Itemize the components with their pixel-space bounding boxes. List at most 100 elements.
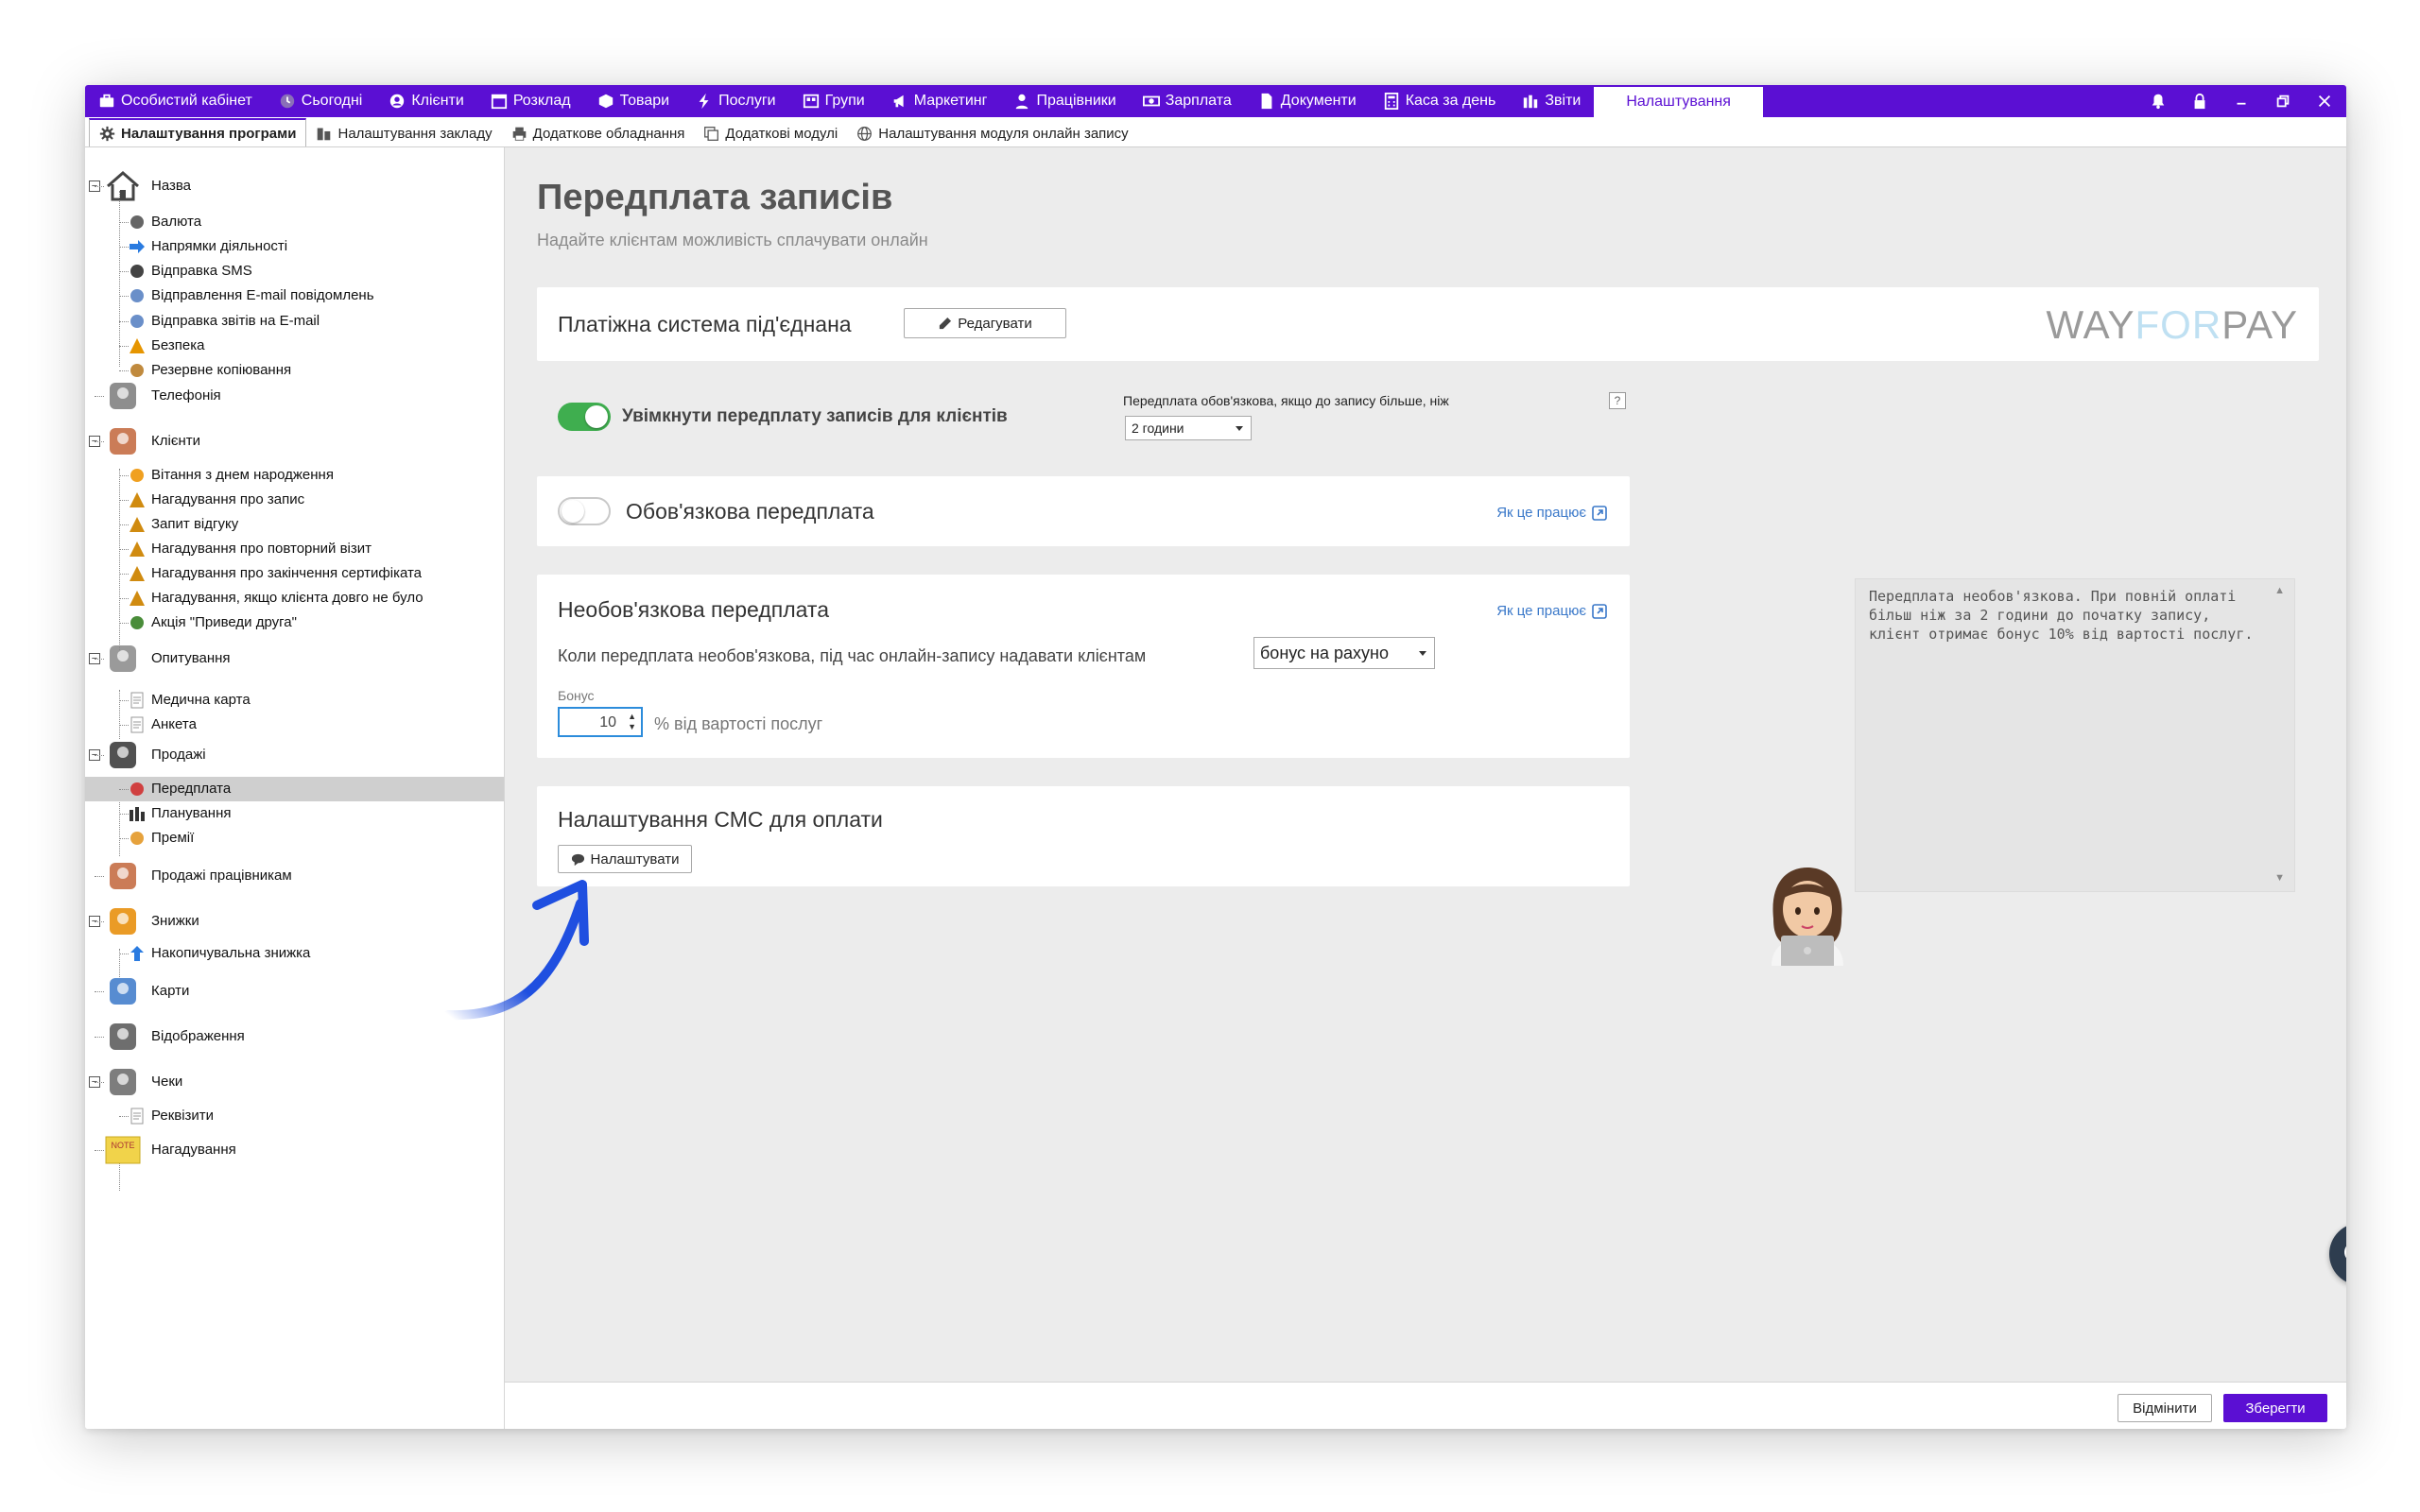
nav-employees[interactable]: Працівники: [1000, 85, 1129, 117]
page-title: Передплата записів: [537, 178, 893, 217]
tree-connector: [119, 222, 129, 223]
nav-settings[interactable]: Налаштування: [1594, 87, 1763, 117]
modules-icon: [704, 126, 719, 141]
arrow-up-icon: [130, 946, 144, 961]
sidebar-item-label: Напрямки діяльності: [151, 238, 288, 254]
nav-marketing[interactable]: Маркетинг: [878, 85, 1001, 117]
calculator-icon: [1384, 93, 1398, 110]
app-window: Особистий кабінет Сьогодні Клієнти Розкл…: [85, 85, 2346, 1429]
enable-prepayment-toggle[interactable]: [558, 403, 611, 431]
cancel-button[interactable]: Відмінити: [2118, 1394, 2212, 1422]
megaphone-icon: [893, 94, 904, 108]
clock-icon: [280, 94, 294, 109]
optional-prepayment-card: Необов'язкова передплата Як це працює Ко…: [537, 575, 1630, 758]
nav-schedule[interactable]: Розклад: [477, 85, 584, 117]
hint-scroll-down-icon[interactable]: ▼: [2274, 872, 2285, 884]
email-icon: [130, 315, 144, 328]
notification-bell-icon[interactable]: [2150, 93, 2167, 110]
bar-chart-icon: [1524, 94, 1538, 109]
sales-icon: [110, 742, 136, 768]
help-icon[interactable]: ?: [1609, 392, 1626, 409]
sidebar-item-label: Нагадування, якщо клієнта довго не було: [151, 590, 424, 606]
sidebar-item-label: Нагадування про запис: [151, 491, 305, 507]
tab-online-booking-module[interactable]: Налаштування модуля онлайн запису: [847, 120, 1137, 146]
nav-personal-cabinet[interactable]: Особистий кабінет: [85, 85, 266, 117]
hint-scroll-up-icon[interactable]: ▲: [2274, 585, 2285, 596]
sidebar-item-label: Вітання з днем народження: [151, 467, 334, 483]
toggle-knob: [585, 405, 608, 428]
tree-connector: [119, 271, 129, 272]
nav-goods[interactable]: Товари: [584, 85, 683, 117]
arrow-right-icon: [130, 240, 145, 253]
tree-connector: [119, 370, 129, 371]
tab-extra-equipment[interactable]: Додаткове обладнання: [502, 120, 695, 146]
sidebar-item-label: Передплата: [151, 781, 232, 797]
close-icon[interactable]: [2316, 93, 2333, 110]
printer-icon: [512, 127, 526, 141]
how-it-works-link-mandatory[interactable]: Як це працює: [1496, 505, 1607, 521]
bell-icon: [130, 591, 145, 606]
mandatory-prepayment-toggle[interactable]: [558, 497, 611, 525]
nav-groups[interactable]: Групи: [789, 85, 878, 117]
tree-connector: [119, 500, 129, 501]
hours-select[interactable]: 2 години: [1125, 416, 1252, 440]
tree-connector: [119, 574, 129, 575]
chevron-down-icon: [1236, 426, 1243, 431]
wayforpay-logo: WAYFORPAY: [2046, 302, 2298, 347]
warning-icon: [130, 338, 145, 353]
document-icon: [1261, 93, 1272, 110]
tab-program-settings[interactable]: Налаштування програми: [89, 118, 307, 146]
nav-services[interactable]: Послуги: [683, 85, 789, 117]
pointer-arrow-icon: [443, 880, 589, 1021]
restore-icon[interactable]: [2274, 93, 2291, 110]
tree-connector: [95, 186, 104, 187]
money-icon: [1142, 95, 1160, 107]
minimize-icon[interactable]: [2233, 93, 2250, 110]
external-link-icon: [1592, 603, 1607, 619]
nav-clients[interactable]: Клієнти: [375, 85, 476, 117]
smile-icon: [130, 469, 144, 482]
nav-today[interactable]: Сьогодні: [266, 85, 376, 117]
tab-venue-settings[interactable]: Налаштування закладу: [306, 120, 501, 146]
page-subtitle: Надайте клієнтам можливість сплачувати о…: [537, 231, 928, 249]
hint-panel: Передплата необов'язкова. При повній опл…: [1855, 578, 2295, 892]
lock-icon[interactable]: [2191, 93, 2208, 110]
chat-button[interactable]: [2329, 1223, 2346, 1285]
reward-type-select[interactable]: бонус на рахуно: [1253, 637, 1435, 669]
top-navigation: Особистий кабінет Сьогодні Клієнти Розкл…: [85, 85, 2346, 117]
tab-extra-modules[interactable]: Додаткові модулі: [694, 120, 847, 146]
tree-connector: [95, 1150, 104, 1151]
sidebar-item-label: Нагадування про закінчення сертифіката: [151, 565, 423, 581]
bell-icon: [130, 517, 145, 532]
assistant-avatar[interactable]: [1760, 862, 1855, 966]
sidebar-item-label: Знижки: [151, 913, 199, 929]
how-it-works-link-optional[interactable]: Як це працює: [1496, 603, 1607, 619]
nav-cashbox[interactable]: Каса за день: [1370, 85, 1510, 117]
sidebar-item-label: Продажі працівникам: [151, 868, 292, 884]
save-button[interactable]: Зберегти: [2223, 1394, 2327, 1422]
footer-bar: Відмінити Зберегти: [505, 1382, 2346, 1429]
sidebar-item-label: Медична карта: [151, 692, 251, 708]
nav-documents[interactable]: Документи: [1245, 85, 1370, 117]
nav-reports[interactable]: Звіти: [1509, 85, 1594, 117]
external-link-icon: [1592, 505, 1607, 521]
bonus-stepper[interactable]: 10 ▲ ▼: [558, 707, 643, 737]
tree-connector: [95, 1037, 104, 1038]
optional-prepayment-title: Необов'язкова передплата: [558, 597, 829, 622]
globe-icon: [857, 126, 873, 141]
discount-icon: [110, 908, 136, 935]
tree-connector: [119, 598, 129, 599]
sms-settings-title: Налаштування СМС для оплати: [558, 807, 883, 832]
nav-salary[interactable]: Зарплата: [1130, 85, 1245, 117]
bonus-label: Бонус: [558, 688, 595, 703]
sidebar-item-label: Акція "Приведи друга": [151, 614, 297, 630]
sidebar-item[interactable]: Передплата: [85, 777, 504, 801]
sidebar-item-label: Валюта: [151, 214, 202, 230]
edit-payment-button[interactable]: Редагувати: [904, 308, 1066, 338]
group-icon: [803, 94, 819, 109]
stepper-arrows-icon[interactable]: ▲ ▼: [628, 712, 636, 732]
trophy-icon: [130, 832, 144, 845]
window-controls: [2150, 85, 2333, 117]
prepay-icon: [130, 782, 144, 796]
sidebar-item-label: Запит відгуку: [151, 516, 239, 532]
